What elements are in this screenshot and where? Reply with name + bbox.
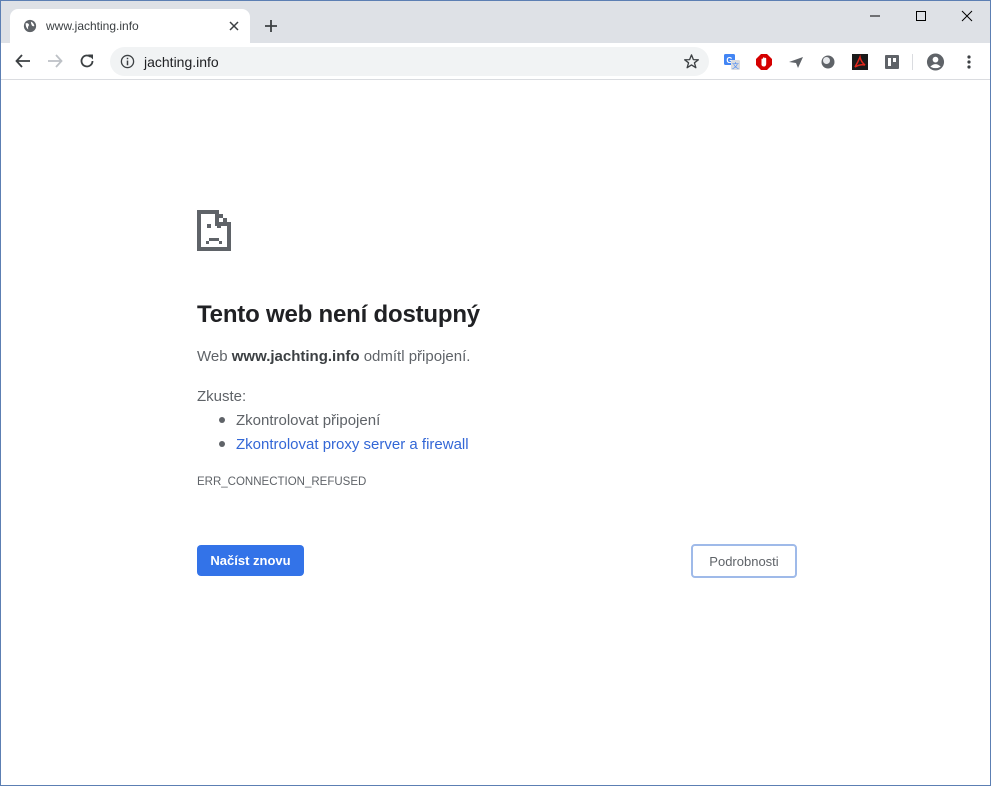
tab-active[interactable]: www.jachting.info xyxy=(10,9,250,43)
reload-button[interactable] xyxy=(77,51,97,71)
tab-strip: www.jachting.info xyxy=(1,1,990,43)
adobe-acrobat-extension[interactable] xyxy=(850,52,869,71)
menu-button[interactable] xyxy=(959,52,978,71)
error-title: Tento web není dostupný xyxy=(197,301,480,328)
details-button-label: Podrobnosti xyxy=(709,553,779,569)
bullet-icon xyxy=(219,416,225,423)
google-translate-extension[interactable]: G 文 xyxy=(722,52,741,71)
sad-document-icon xyxy=(197,210,231,251)
minimize-button[interactable] xyxy=(852,1,898,31)
close-icon xyxy=(961,10,973,22)
error-desc-prefix: Web xyxy=(197,348,232,365)
arrow-right-icon xyxy=(48,54,63,68)
adblock-icon xyxy=(755,53,772,70)
reload-icon xyxy=(80,54,94,68)
toolbar: jachting.info G 文 xyxy=(1,43,990,80)
maximize-icon xyxy=(916,11,926,21)
circle-extension-icon xyxy=(821,55,834,68)
svg-text:文: 文 xyxy=(732,61,739,70)
generic-extension[interactable] xyxy=(882,52,901,71)
error-host: www.jachting.info xyxy=(231,348,360,365)
arrow-left-icon xyxy=(15,54,30,68)
suggestion-item[interactable]: Zkontrolovat proxy server a firewall xyxy=(219,436,469,453)
maximize-button[interactable] xyxy=(898,1,944,31)
error-description: Web www.jachting.info odmítl připojení. xyxy=(197,348,470,365)
profile-button[interactable] xyxy=(926,52,945,71)
minimize-icon xyxy=(870,15,880,17)
close-tab-icon[interactable] xyxy=(226,18,242,34)
reload-page-button[interactable]: Načíst znovu xyxy=(197,545,304,576)
forward-button[interactable] xyxy=(45,51,65,71)
details-button[interactable]: Podrobnosti xyxy=(691,544,797,578)
tab-title: www.jachting.info xyxy=(46,19,139,33)
suggestion-check-proxy-link[interactable]: Zkontrolovat proxy server a firewall xyxy=(236,436,469,453)
error-page: Tento web není dostupný Web www.jachting… xyxy=(1,81,990,785)
suggestion-item: Zkontrolovat připojení xyxy=(219,412,380,429)
try-label: Zkuste: xyxy=(197,388,247,405)
back-button[interactable] xyxy=(13,51,33,71)
error-code: ERR_CONNECTION_REFUSED xyxy=(197,476,367,488)
star-icon[interactable] xyxy=(683,53,700,70)
suggestion-check-connection: Zkontrolovat připojení xyxy=(236,412,381,429)
send-icon xyxy=(788,56,803,68)
account-icon xyxy=(926,52,945,71)
google-translate-icon: G 文 xyxy=(723,53,740,70)
info-icon[interactable] xyxy=(120,54,135,69)
circle-extension[interactable] xyxy=(818,52,837,71)
new-tab-icon[interactable] xyxy=(263,18,279,34)
error-desc-suffix: odmítl připojení. xyxy=(359,348,471,365)
send-extension[interactable] xyxy=(786,52,805,71)
url-text[interactable]: jachting.info xyxy=(144,54,219,70)
globe-icon xyxy=(23,19,37,33)
adblock-extension[interactable] xyxy=(754,52,773,71)
more-vert-icon xyxy=(966,54,971,69)
bullet-icon xyxy=(219,440,225,447)
close-window-button[interactable] xyxy=(944,1,990,31)
address-bar[interactable]: jachting.info xyxy=(110,47,709,76)
extension-icon xyxy=(884,54,899,69)
browser-window: www.jachting.info jachting.info G 文 Tent… xyxy=(0,0,991,786)
toolbar-separator xyxy=(912,54,913,70)
adobe-acrobat-icon xyxy=(851,53,868,70)
